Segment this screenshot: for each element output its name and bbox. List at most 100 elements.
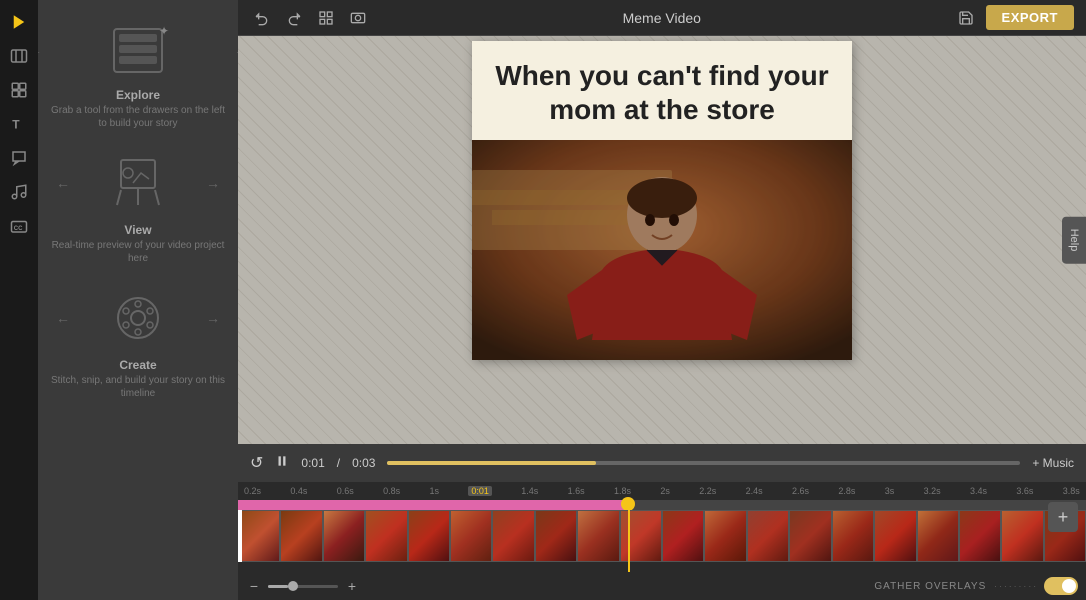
tc-6: 1.4s (521, 486, 538, 496)
svg-text:T: T (12, 118, 20, 132)
main-area: Meme Video EXPORT When you can't find yo… (238, 0, 1086, 600)
tc-5: 0:01 (468, 486, 492, 496)
create-desc: Stitch, snip, and build your story on th… (48, 374, 228, 400)
meme-video-thumbnail (472, 140, 852, 360)
thumb-frame-13 (747, 510, 789, 562)
timeline-progress (238, 500, 628, 510)
save-button[interactable] (954, 6, 978, 30)
zoom-out-button[interactable]: − (246, 578, 262, 594)
gather-overlays-label: GATHER OVERLAYS (874, 581, 986, 592)
thumb-frame-17 (917, 510, 959, 562)
screenshot-button[interactable] (346, 6, 370, 30)
tc-14: 3s (885, 486, 895, 496)
svg-text:CC: CC (14, 226, 23, 232)
explore-label: Explore (116, 88, 160, 102)
undo-button[interactable] (250, 6, 274, 30)
page-title: Meme Video (623, 10, 701, 26)
meme-card[interactable]: When you can't find your mom at the stor… (472, 41, 852, 360)
export-button[interactable]: EXPORT (986, 5, 1074, 30)
tc-13: 2.8s (838, 486, 855, 496)
sidebar-item-speech[interactable] (5, 144, 33, 172)
sidebar-item-captions[interactable]: CC (5, 212, 33, 240)
thumb-frame-3 (323, 510, 365, 562)
thumb-frame-9 (577, 510, 619, 562)
tc-4: 1s (430, 486, 440, 496)
tc-0: 0.2s (244, 486, 261, 496)
explore-box-icon: ✦ (113, 28, 163, 73)
timecode-ruler: 0.2s 0.4s 0.6s 0.8s 1s 0:01 1.4s 1.6s 1.… (238, 482, 1086, 500)
sidebar-item-media[interactable] (5, 42, 33, 70)
gather-dots: · · · · · · · · · (994, 582, 1036, 591)
gather-overlays-control: GATHER OVERLAYS · · · · · · · · · (874, 577, 1078, 595)
view-arrow-right: → (206, 175, 220, 191)
pause-button[interactable] (275, 454, 289, 473)
thumb-frame-14 (789, 510, 831, 562)
current-time: 0:01 (301, 456, 324, 470)
thumbnail-strip[interactable] (238, 510, 1086, 572)
thumb-frame-16 (874, 510, 916, 562)
thumb-frame-2 (280, 510, 322, 562)
view-arrow-left: ← (56, 175, 70, 191)
view-easel-icon (113, 155, 163, 210)
tc-12: 2.6s (792, 486, 809, 496)
thumb-frame-7 (492, 510, 534, 562)
tc-3: 0.8s (383, 486, 400, 496)
timeline-seek-bar[interactable] (238, 500, 1086, 510)
thumb-frame-8 (535, 510, 577, 562)
thumb-frame-5 (408, 510, 450, 562)
thumb-frame-10 (620, 510, 662, 562)
thumb-frame-4 (365, 510, 407, 562)
thumb-frame-19 (1001, 510, 1043, 562)
progress-fill (387, 461, 596, 465)
zoom-in-button[interactable]: + (344, 578, 360, 594)
explore-section: ← ✦ → Explore Grab a tool from the drawe… (48, 20, 228, 130)
tc-10: 2.2s (699, 486, 716, 496)
zoom-slider-fill (268, 585, 288, 588)
thumb-frame-18 (959, 510, 1001, 562)
sidebar-item-templates[interactable] (5, 76, 33, 104)
create-reel-icon (111, 290, 166, 345)
tc-11: 2.4s (746, 486, 763, 496)
gather-overlays-toggle[interactable] (1044, 577, 1078, 595)
restart-button[interactable]: ↺ (250, 453, 263, 473)
zoom-slider-handle[interactable] (288, 581, 298, 591)
tc-9: 2s (660, 486, 670, 496)
header-bar: Meme Video EXPORT (238, 0, 1086, 36)
timeline-area: 0.2s 0.4s 0.6s 0.8s 1s 0:01 1.4s 1.6s 1.… (238, 482, 1086, 572)
playback-controls: ↺ 0:01 / 0:03 + Music (238, 444, 1086, 482)
zoom-controls: − + (246, 578, 360, 594)
add-music-button[interactable]: + Music (1032, 456, 1074, 470)
time-separator: / (337, 456, 340, 470)
zoom-slider[interactable] (268, 585, 338, 588)
seek-progress-bar[interactable] (387, 461, 1020, 465)
sidebar-item-text[interactable]: T (5, 110, 33, 138)
tc-18: 3.8s (1063, 486, 1080, 496)
tc-2: 0.6s (337, 486, 354, 496)
toggle-knob (1062, 579, 1076, 593)
layout-button[interactable] (314, 6, 338, 30)
view-label: View (124, 223, 151, 237)
view-section: ← → View Real-time preview of your video… (48, 150, 228, 265)
app-logo[interactable] (5, 8, 33, 36)
create-label: Create (119, 358, 156, 372)
tc-15: 3.2s (924, 486, 941, 496)
tc-16: 3.4s (970, 486, 987, 496)
create-section: ← → Create Stitch, snip, and build your … (48, 285, 228, 400)
tools-panel: ← ✦ → Explore Grab a tool from the drawe… (38, 0, 238, 600)
thumb-frame-1 (238, 510, 280, 562)
thumb-frame-12 (704, 510, 746, 562)
redo-button[interactable] (282, 6, 306, 30)
left-sidebar: T CC (0, 0, 38, 600)
help-button[interactable]: Help (1062, 217, 1086, 264)
tc-7: 1.6s (568, 486, 585, 496)
timeline-playhead (628, 510, 630, 572)
timecode-marks: 0.2s 0.4s 0.6s 0.8s 1s 0:01 1.4s 1.6s 1.… (242, 486, 1082, 496)
playhead-handle[interactable] (621, 497, 635, 511)
thumb-frame-11 (662, 510, 704, 562)
add-track-button[interactable]: + (1048, 502, 1078, 532)
explore-star-icon: ✦ (159, 24, 169, 38)
sidebar-item-music[interactable] (5, 178, 33, 206)
create-arrow-left: ← (56, 310, 70, 326)
thumb-frame-6 (450, 510, 492, 562)
trim-handle-left[interactable] (238, 510, 242, 562)
